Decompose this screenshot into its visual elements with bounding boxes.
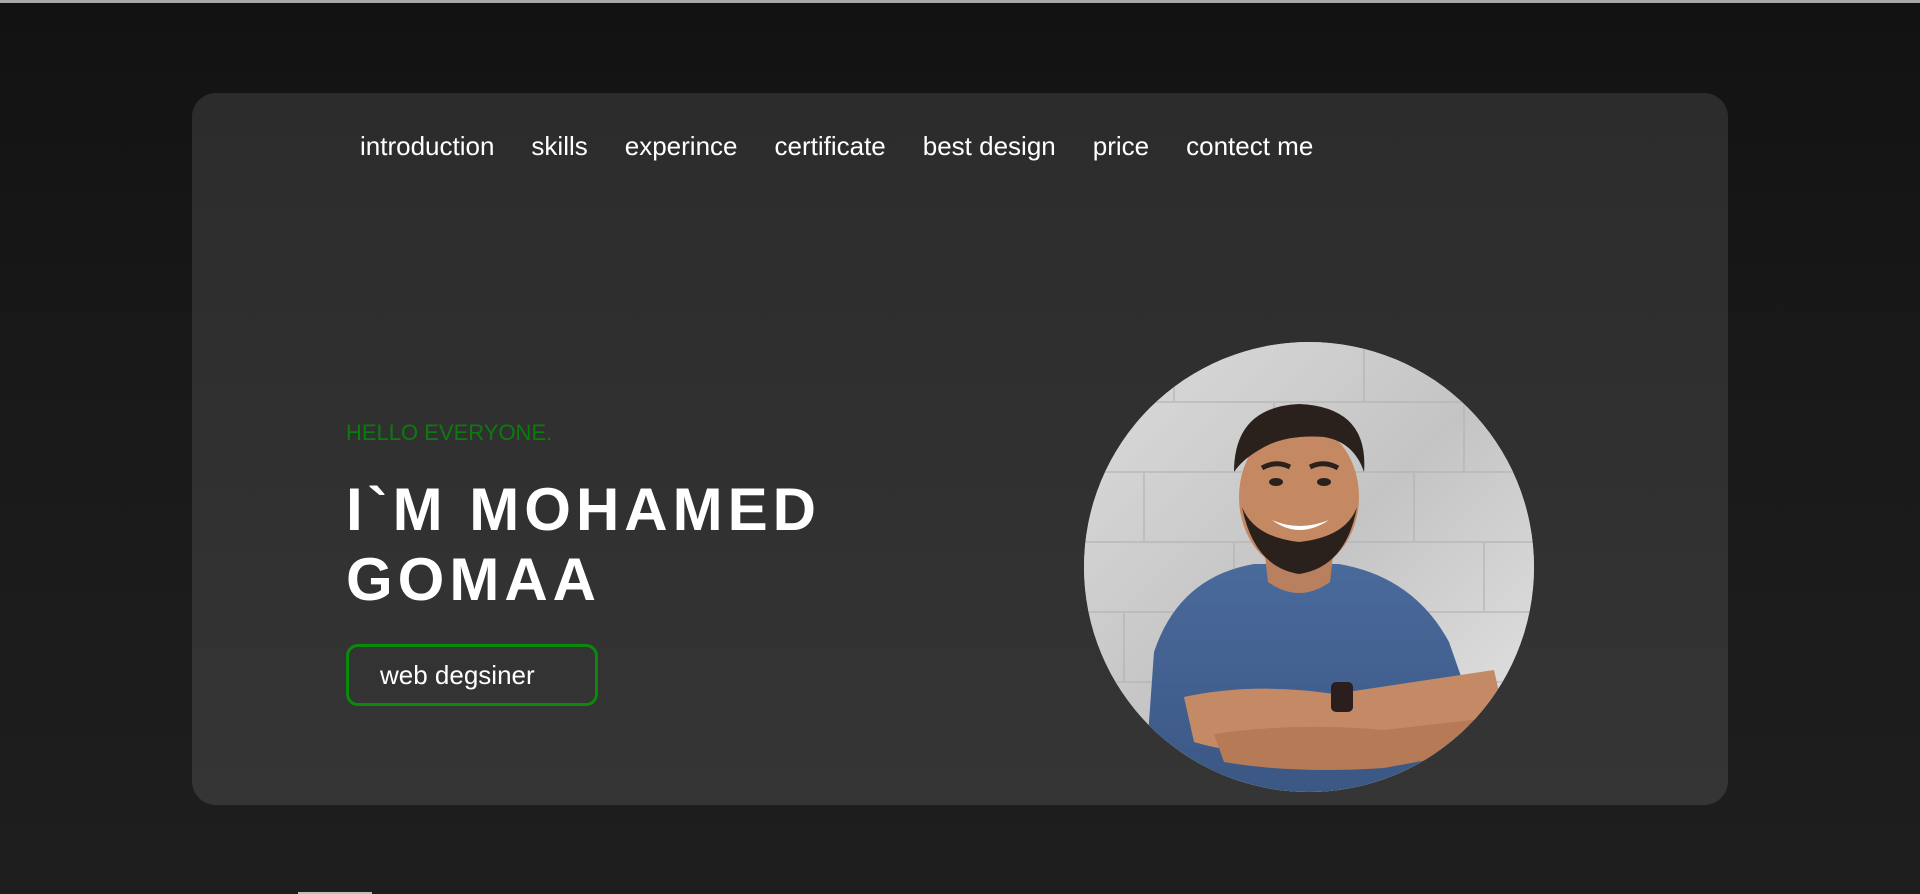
nav-item-price[interactable]: price: [1093, 133, 1149, 159]
hero-name-line-1: I`M MOHAMED: [346, 476, 821, 543]
hero-greeting: HELLO EVERYONE.: [346, 420, 553, 445]
nav-item-experience[interactable]: experince: [625, 133, 738, 159]
nav-item-skills[interactable]: skills: [531, 133, 587, 159]
role-button[interactable]: web degsiner: [346, 644, 598, 706]
nav-item-best-design[interactable]: best design: [923, 133, 1056, 159]
top-border-line: [0, 0, 1920, 3]
hero-name-line-2: GOMAA: [346, 546, 601, 613]
nav-item-certificate[interactable]: certificate: [775, 133, 886, 159]
hero-name-heading: I`M MOHAMED GOMAA: [346, 475, 966, 615]
hero-card: introduction skills experince certificat…: [192, 93, 1728, 805]
profile-photo: [1084, 342, 1534, 792]
main-nav: introduction skills experince certificat…: [360, 133, 1350, 159]
profile-photo-illustration: [1084, 342, 1534, 792]
nav-item-introduction[interactable]: introduction: [360, 133, 494, 159]
nav-item-contact-me[interactable]: contect me: [1186, 133, 1313, 159]
